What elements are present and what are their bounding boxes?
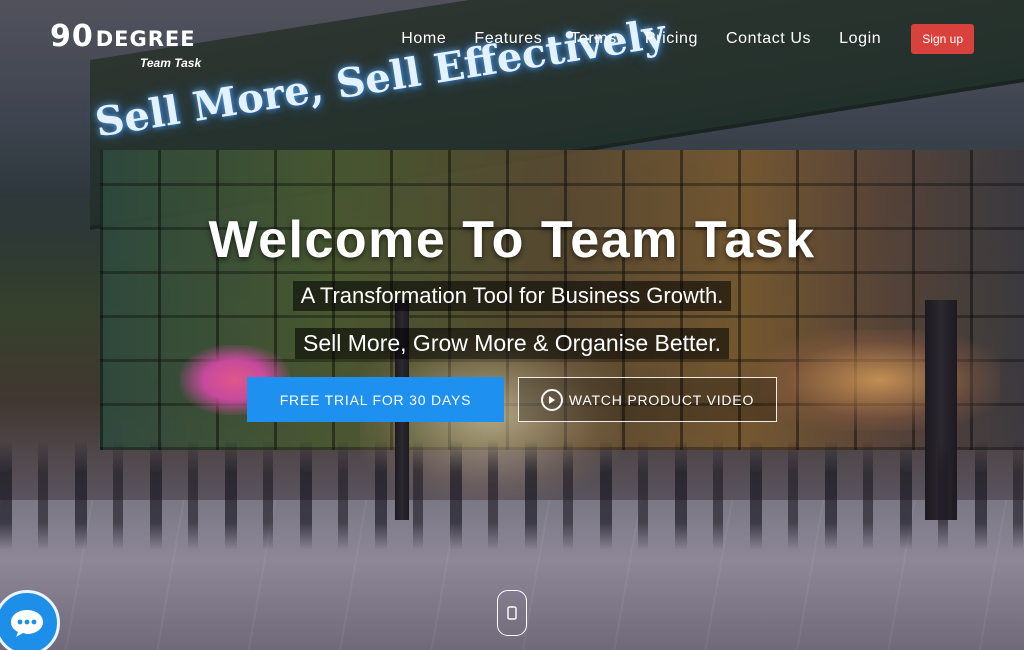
watch-video-button[interactable]: WATCH PRODUCT VIDEO: [518, 377, 777, 422]
nav-pricing[interactable]: Pricing: [645, 30, 698, 48]
hero-tagline-2: Sell More, Grow More & Organise Better.: [0, 328, 1024, 359]
scroll-down-button[interactable]: [497, 590, 527, 636]
brand-logo[interactable]: 90DEGREE Team Task: [50, 22, 201, 71]
hero-actions: FREE TRIAL FOR 30 DAYS WATCH PRODUCT VID…: [247, 377, 777, 422]
hero-tagline-1-text: A Transformation Tool for Business Growt…: [292, 281, 732, 311]
hero-title: Welcome To Team Task: [208, 211, 816, 269]
logo-subtitle: Team Task: [140, 56, 202, 70]
nav-terms[interactable]: Terms: [570, 30, 617, 48]
crowd-silhouettes: [0, 440, 1024, 550]
free-trial-label: FREE TRIAL FOR 30 DAYS: [279, 391, 472, 408]
hero-tagline-2-text: Sell More, Grow More & Organise Better.: [295, 328, 729, 359]
signup-button[interactable]: Sign up: [911, 24, 974, 54]
hero-background: Sell More, Sell Effectively: [0, 0, 1024, 650]
logo-number: 90: [50, 19, 94, 54]
main-menu: Home Features Terms Pricing Contact Us L…: [401, 24, 974, 54]
nav-login[interactable]: Login: [839, 30, 881, 48]
logo-wordmark: 90DEGREE: [50, 22, 196, 52]
nav-home[interactable]: Home: [401, 30, 446, 48]
nav-features[interactable]: Features: [474, 30, 542, 48]
free-trial-button[interactable]: FREE TRIAL FOR 30 DAYS: [247, 377, 504, 422]
logo-word: DEGREE: [95, 27, 196, 51]
top-navigation: 90DEGREE Team Task Home Features Terms P…: [0, 0, 1024, 80]
chat-bubble-icon: [11, 610, 43, 637]
scroll-down-icon: [507, 606, 517, 620]
nav-contact-us[interactable]: Contact Us: [726, 30, 811, 48]
play-circle-icon: [540, 388, 563, 411]
hero-tagline-1: A Transformation Tool for Business Growt…: [0, 281, 1024, 311]
watch-video-label: WATCH PRODUCT VIDEO: [568, 391, 755, 408]
